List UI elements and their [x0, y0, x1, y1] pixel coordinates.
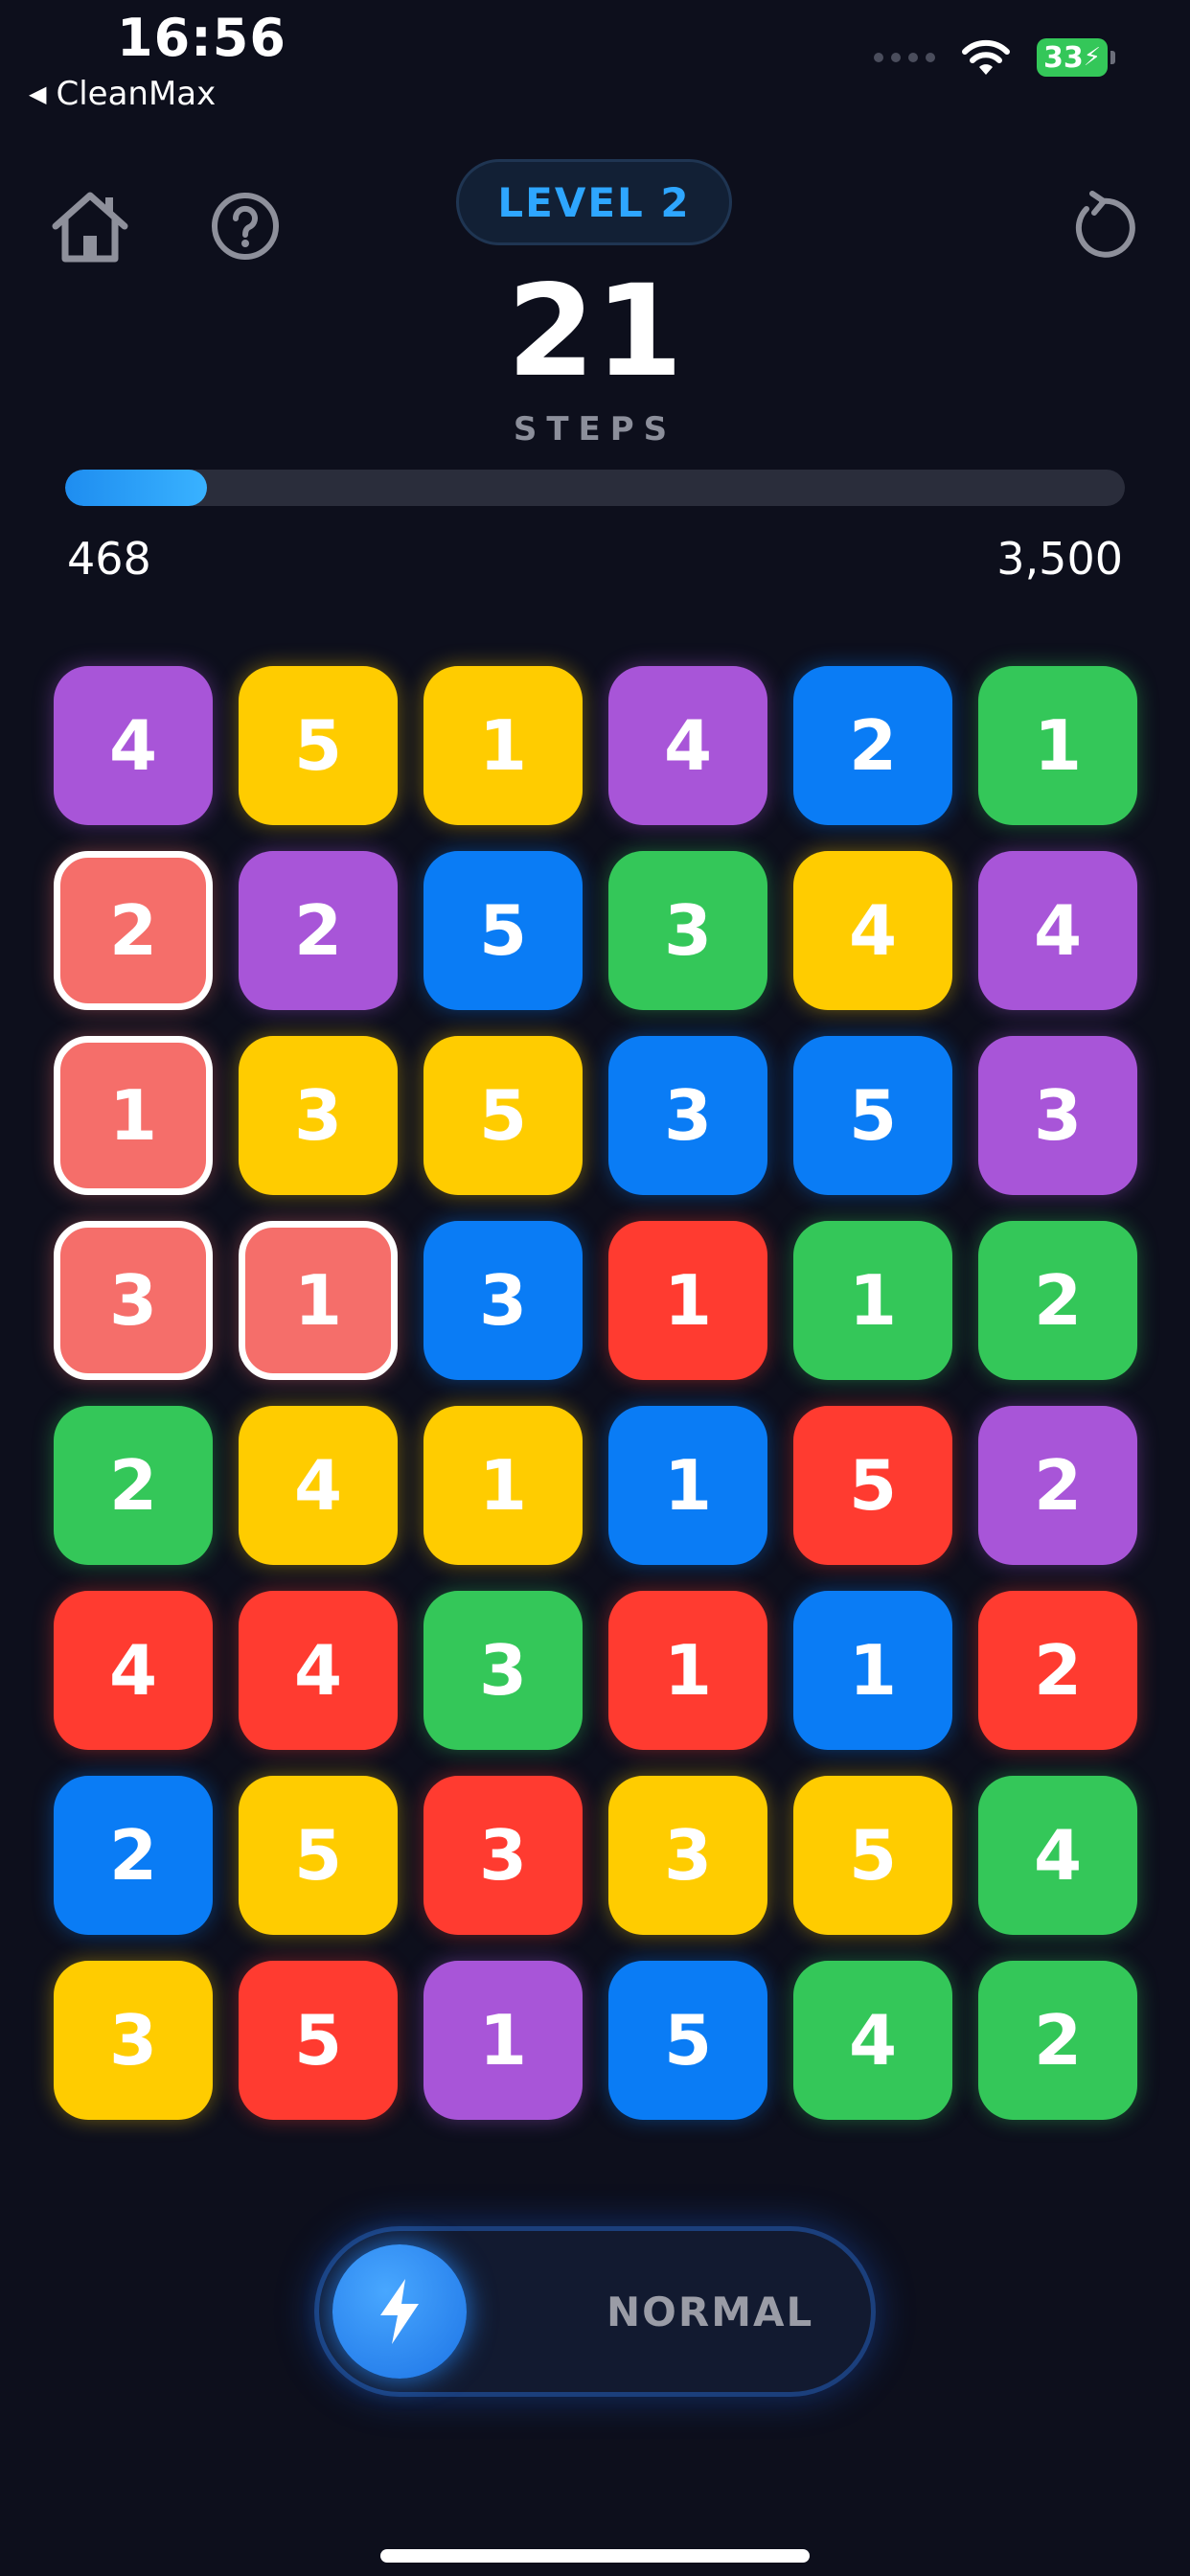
tile[interactable]: 4 — [239, 1591, 398, 1750]
tile[interactable]: 5 — [423, 851, 583, 1010]
tile[interactable]: 4 — [978, 851, 1137, 1010]
tile[interactable]: 1 — [423, 1961, 583, 2120]
tile[interactable]: 4 — [239, 1406, 398, 1565]
tile[interactable]: 1 — [423, 1406, 583, 1565]
help-button[interactable] — [209, 190, 282, 263]
tile[interactable]: 3 — [54, 1961, 213, 2120]
tile[interactable]: 4 — [54, 666, 213, 825]
wifi-icon — [962, 39, 1010, 75]
tile[interactable]: 2 — [793, 666, 952, 825]
tile[interactable]: 5 — [793, 1776, 952, 1935]
reset-button[interactable] — [1064, 188, 1140, 264]
tile[interactable]: 3 — [608, 1036, 767, 1195]
tile[interactable]: 5 — [793, 1036, 952, 1195]
tile[interactable]: 5 — [239, 1961, 398, 2120]
home-indicator[interactable] — [380, 2549, 810, 2563]
target-score: 3,500 — [996, 533, 1123, 585]
battery-indicator: 33 ⚡ — [1037, 38, 1115, 77]
tile[interactable]: 4 — [793, 1961, 952, 2120]
tile[interactable]: 3 — [239, 1036, 398, 1195]
score-progress-fill — [65, 470, 208, 506]
score-progress-bar — [65, 470, 1125, 506]
tile[interactable]: 5 — [608, 1961, 767, 2120]
tile[interactable]: 3 — [608, 851, 767, 1010]
home-button[interactable] — [50, 188, 130, 264]
tile[interactable]: 3 — [423, 1776, 583, 1935]
level-badge: LEVEL 2 — [456, 159, 732, 245]
tile[interactable]: 1 — [608, 1221, 767, 1380]
mode-toggle-knob[interactable] — [332, 2244, 467, 2379]
mode-toggle[interactable]: NORMAL — [314, 2226, 876, 2397]
tile[interactable]: 2 — [978, 1591, 1137, 1750]
tile[interactable]: 2 — [978, 1961, 1137, 2120]
lightning-icon — [380, 2279, 419, 2344]
tile[interactable]: 1 — [608, 1591, 767, 1750]
tile[interactable]: 4 — [608, 666, 767, 825]
current-score: 468 — [67, 533, 151, 585]
tile[interactable]: 4 — [978, 1776, 1137, 1935]
tile[interactable]: 1 — [423, 666, 583, 825]
signal-dots-icon — [874, 53, 935, 62]
tile[interactable]: 2 — [54, 851, 213, 1010]
tile[interactable]: 5 — [793, 1406, 952, 1565]
tile[interactable]: 2 — [978, 1221, 1137, 1380]
tile[interactable]: 5 — [239, 666, 398, 825]
back-to-app-link[interactable]: ◀ CleanMax — [29, 75, 216, 113]
tile[interactable]: 3 — [423, 1591, 583, 1750]
tile[interactable]: 1 — [608, 1406, 767, 1565]
tile[interactable]: 1 — [793, 1591, 952, 1750]
tile[interactable]: 5 — [239, 1776, 398, 1935]
tile[interactable]: 2 — [978, 1406, 1137, 1565]
tile[interactable]: 3 — [608, 1776, 767, 1935]
status-time: 16:56 — [117, 8, 286, 68]
tile[interactable]: 2 — [54, 1406, 213, 1565]
tile[interactable]: 2 — [54, 1776, 213, 1935]
tile[interactable]: 1 — [793, 1221, 952, 1380]
tile[interactable]: 3 — [54, 1221, 213, 1380]
tile[interactable]: 2 — [239, 851, 398, 1010]
tile[interactable]: 3 — [978, 1036, 1137, 1195]
back-app-label: CleanMax — [56, 75, 217, 113]
tile[interactable]: 3 — [423, 1221, 583, 1380]
steps-label: STEPS — [513, 410, 677, 448]
tile[interactable]: 5 — [423, 1036, 583, 1195]
help-icon — [212, 193, 279, 260]
steps-count: 21 — [507, 258, 683, 405]
tile[interactable]: 4 — [793, 851, 952, 1010]
back-triangle-icon: ◀ — [29, 80, 47, 107]
reset-icon — [1075, 191, 1135, 258]
tile[interactable]: 1 — [54, 1036, 213, 1195]
status-indicators: 33 ⚡ — [874, 38, 1115, 77]
mode-label: NORMAL — [606, 2288, 814, 2335]
home-icon — [52, 192, 128, 263]
game-board: 4514212253441353533131122411524431122533… — [54, 666, 1137, 2120]
tile[interactable]: 4 — [54, 1591, 213, 1750]
tile[interactable]: 1 — [978, 666, 1137, 825]
tile[interactable]: 1 — [239, 1221, 398, 1380]
battery-level: 33 — [1042, 40, 1084, 75]
